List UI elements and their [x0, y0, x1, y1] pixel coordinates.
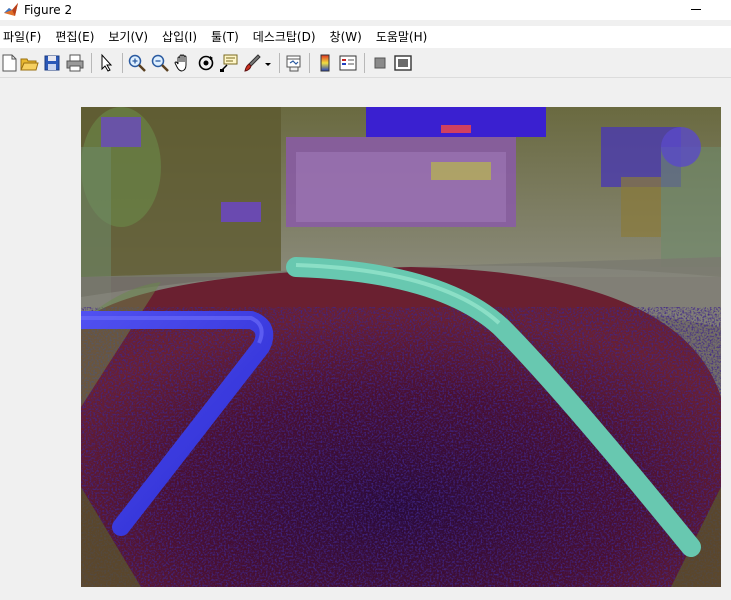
menu-bar: 파일(F) 편집(E) 보기(V) 삽입(I) 툴(T) 데스크탑(D) 창(W…	[0, 26, 731, 48]
toolbar-separator	[364, 53, 365, 73]
figure-axes-image[interactable]	[81, 107, 721, 587]
toolbar-separator	[122, 53, 123, 73]
menu-desktop[interactable]: 데스크탑(D)	[246, 27, 323, 47]
toolbar-separator	[309, 53, 310, 73]
link-plot-icon[interactable]	[284, 53, 304, 73]
dropdown-arrow-icon[interactable]	[262, 53, 274, 73]
zoom-out-icon[interactable]	[150, 53, 170, 73]
pan-hand-icon[interactable]	[173, 53, 193, 73]
menu-edit[interactable]: 편집(E)	[48, 27, 101, 47]
brush-icon[interactable]	[242, 53, 262, 73]
new-figure-icon[interactable]	[0, 53, 20, 73]
toolbar-separator	[279, 53, 280, 73]
menu-file[interactable]: 파일(F)	[0, 27, 48, 47]
menu-view[interactable]: 보기(V)	[101, 27, 155, 47]
figure-toolbar	[0, 49, 731, 78]
menu-window[interactable]: 창(W)	[323, 27, 369, 47]
window-title: Figure 2	[24, 3, 73, 17]
open-file-icon[interactable]	[19, 53, 39, 73]
show-plot-tools-icon[interactable]	[393, 53, 413, 73]
minimize-button[interactable]	[689, 2, 703, 16]
menu-tools[interactable]: 툴(T)	[204, 27, 246, 47]
toolbar-separator	[91, 53, 92, 73]
title-bar: Figure 2	[0, 0, 731, 20]
menu-help[interactable]: 도움말(H)	[369, 27, 435, 47]
zoom-in-icon[interactable]	[127, 53, 147, 73]
camera-image	[81, 107, 721, 587]
print-icon[interactable]	[65, 53, 85, 73]
insert-colorbar-icon[interactable]	[315, 53, 335, 73]
matlab-logo-icon	[4, 3, 18, 16]
data-cursor-icon[interactable]	[219, 53, 239, 73]
menu-insert[interactable]: 삽입(I)	[155, 27, 204, 47]
insert-legend-icon[interactable]	[338, 53, 358, 73]
hide-plot-tools-icon[interactable]	[370, 53, 390, 73]
save-icon[interactable]	[42, 53, 62, 73]
rotate-3d-icon[interactable]	[196, 53, 216, 73]
edit-plot-cursor-icon[interactable]	[97, 53, 117, 73]
